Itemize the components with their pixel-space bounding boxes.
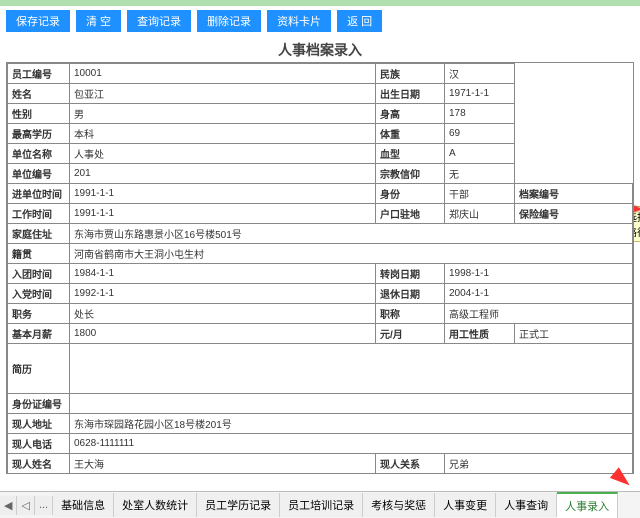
save-button[interactable]: 保存记录 [6,10,70,32]
val-idno[interactable] [70,394,633,414]
val-dang[interactable]: 1992-1-1 [70,284,376,304]
tab-change[interactable]: 人事变更 [435,493,496,517]
lbl-post: 职务 [8,304,70,324]
lbl-religion: 宗教信仰 [376,164,445,184]
lbl-blood: 血型 [376,144,445,164]
back-button[interactable]: 返 回 [337,10,382,32]
lbl-ethnic: 民族 [376,64,445,84]
page-title: 人事档案录入 [0,36,640,62]
lbl-tech: 职称 [376,304,445,324]
clear-button[interactable]: 清 空 [76,10,121,32]
lbl-sex: 性别 [8,104,70,124]
lbl-dang: 入党时间 [8,284,70,304]
tab-edu-record[interactable]: 员工学历记录 [197,493,280,517]
val-tuan[interactable]: 1984-1-1 [70,264,376,284]
val-retire[interactable]: 2004-1-1 [445,284,633,304]
tab-dept-stats[interactable]: 处室人数统计 [114,493,197,517]
lbl-resume: 简历 [8,344,70,394]
lbl-weight: 体重 [376,124,445,144]
val-tech[interactable]: 高级工程师 [445,304,633,324]
val-ethnic[interactable]: 汉 [445,64,515,84]
val-native[interactable]: 河南省鹤南市大王洞小屯生村 [70,244,633,264]
val-religion[interactable]: 无 [445,164,515,184]
val-weight[interactable]: 69 [445,124,515,144]
val-work[interactable]: 1991-1-1 [70,204,376,224]
val-name[interactable]: 包亚江 [70,84,376,104]
lbl-empno: 员工编号 [8,64,70,84]
val-hukou[interactable]: 郑庆山 [445,204,515,224]
val-dept[interactable]: 人事处 [70,144,376,164]
lbl-height: 身高 [376,104,445,124]
val-status[interactable]: 干部 [445,184,515,204]
val-salary[interactable]: 1800 [70,324,376,344]
lbl-edu: 最高学历 [8,124,70,144]
lbl-salary: 基本月薪 [8,324,70,344]
val-birth[interactable]: 1971-1-1 [445,84,515,104]
val-blood[interactable]: A [445,144,515,164]
toolbar: 保存记录 清 空 查询记录 删除记录 资料卡片 返 回 [0,6,640,36]
nav-more-icon[interactable]: ... [35,496,53,515]
card-button[interactable]: 资料卡片 [267,10,331,32]
val-cname[interactable]: 王大海 [70,454,376,474]
val-caddr[interactable]: 东海市琛园路花园小区18号楼201号 [70,414,633,434]
val-sex[interactable]: 男 [70,104,376,124]
val-crel[interactable]: 兄弟 [445,454,633,474]
val-joindept[interactable]: 1991-1-1 [70,184,376,204]
form-table: 员工编号10001民族汉 姓名包亚江出生日期1971-1-1 性别男身高178 … [6,62,634,474]
lbl-caddr: 现人地址 [8,414,70,434]
sheet-tabs: ◀ ◁ ... 基础信息 处室人数统计 员工学历记录 员工培训记录 考核与奖惩 … [0,491,640,518]
tab-basic[interactable]: 基础信息 [53,493,114,517]
lbl-status: 身份 [376,184,445,204]
nav-prev-icon[interactable]: ◁ [17,496,34,515]
val-edu[interactable]: 本科 [70,124,376,144]
val-ctel[interactable]: 0628-1111111 [70,434,633,454]
lbl-ctel: 现人电话 [8,434,70,454]
lbl-tuan: 入团时间 [8,264,70,284]
lbl-native: 籍贯 [8,244,70,264]
lbl-hukou: 户口驻地 [376,204,445,224]
lbl-fileno: 档案编号 [515,184,633,204]
lbl-insno: 保险编号 [515,204,633,224]
val-zhuan[interactable]: 1998-1-1 [445,264,633,284]
lbl-idno: 身份证编号 [8,394,70,414]
lbl-unit: 元/月 [376,324,445,344]
val-addr[interactable]: 东海市贾山东路惠景小区16号楼501号 [70,224,633,244]
query-button[interactable]: 查询记录 [127,10,191,32]
tab-train-record[interactable]: 员工培训记录 [280,493,363,517]
val-contract[interactable]: 80001 [70,474,376,475]
tab-query[interactable]: 人事查询 [496,493,557,517]
delete-button[interactable]: 删除记录 [197,10,261,32]
lbl-crel: 现人关系 [376,454,445,474]
lbl-cstart: 合同起始日期 [376,474,445,475]
val-height[interactable]: 178 [445,104,515,124]
lbl-name: 姓名 [8,84,70,104]
lbl-dept: 单位名称 [8,144,70,164]
lbl-labor: 用工性质 [445,324,515,344]
val-deptno[interactable]: 201 [70,164,376,184]
val-empno[interactable]: 10001 [70,64,376,84]
lbl-retire: 退休日期 [376,284,445,304]
tab-assess[interactable]: 考核与奖惩 [363,493,435,517]
lbl-cname: 现人姓名 [8,454,70,474]
lbl-work: 工作时间 [8,204,70,224]
lbl-zhuan: 转岗日期 [376,264,445,284]
lbl-addr: 家庭住址 [8,224,70,244]
lbl-contract: 合同编号 [8,474,70,475]
lbl-birth: 出生日期 [376,84,445,104]
val-labor[interactable]: 正式工 [515,324,633,344]
val-resume[interactable] [70,344,633,394]
nav-first-icon[interactable]: ◀ [0,496,17,515]
lbl-deptno: 单位编号 [8,164,70,184]
val-cstart[interactable]: 2002-1-1 [445,474,633,475]
tab-entry[interactable]: 人事录入 [557,492,618,518]
lbl-joindept: 进单位时间 [8,184,70,204]
val-post[interactable]: 处长 [70,304,376,324]
